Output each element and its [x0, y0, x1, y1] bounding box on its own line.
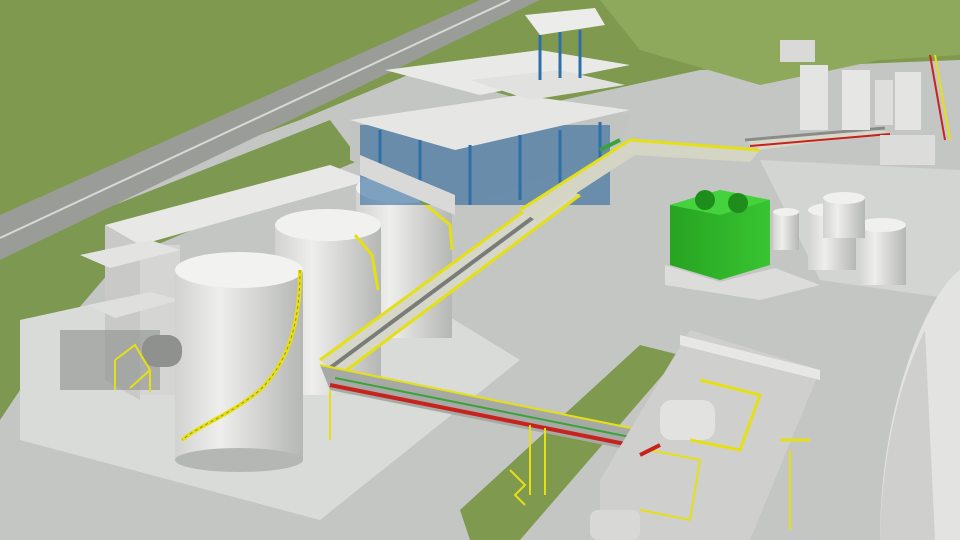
plant-scene — [0, 0, 960, 540]
horizontal-vessel — [142, 335, 182, 367]
storage-tank-front — [175, 252, 303, 472]
